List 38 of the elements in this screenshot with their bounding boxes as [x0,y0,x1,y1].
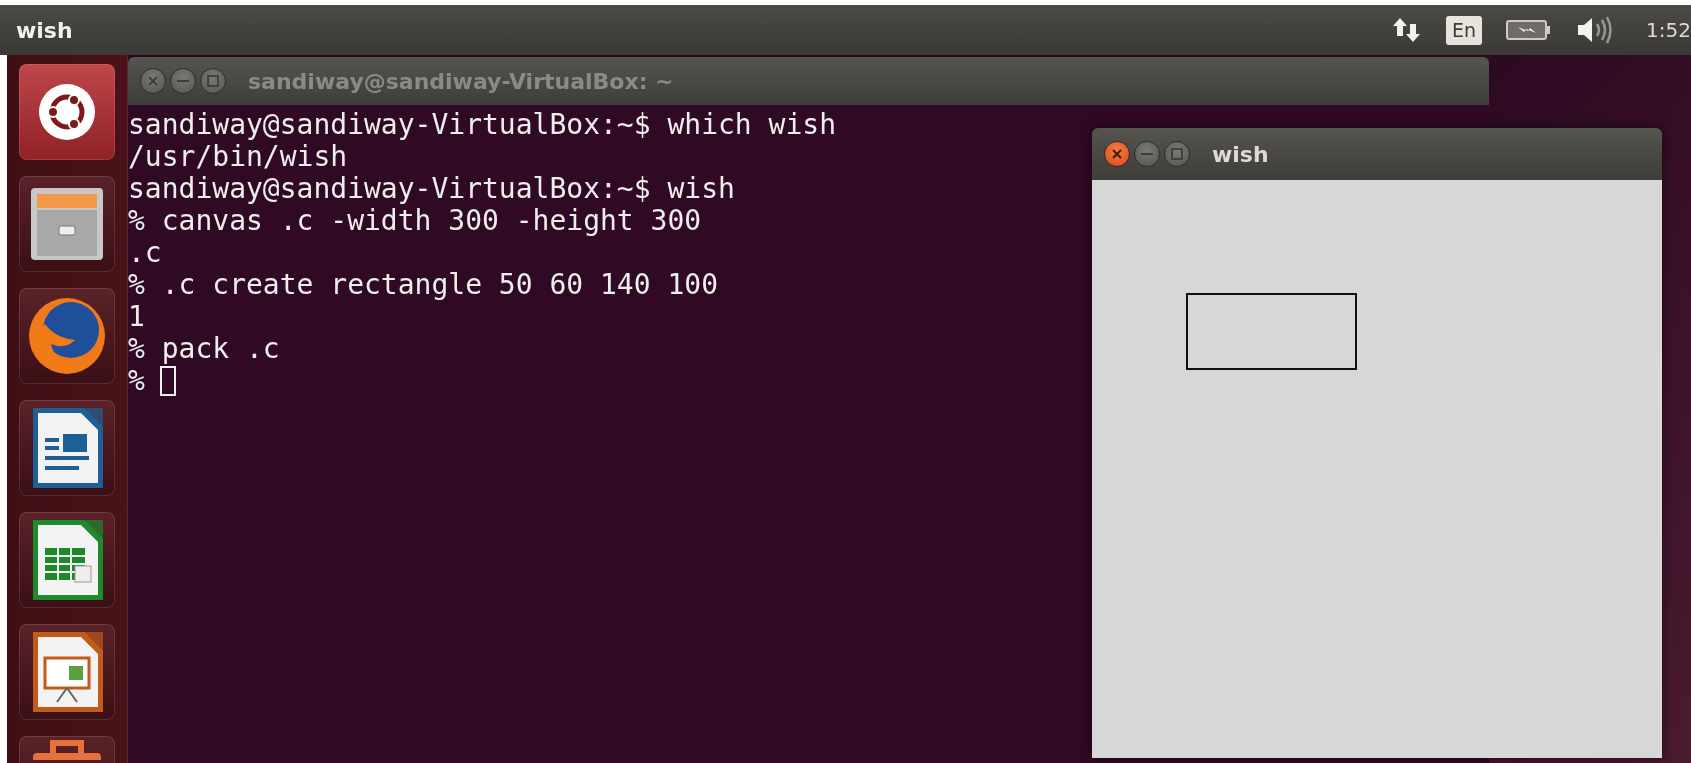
terminal-line: .c [128,237,162,269]
window-title: sandiway@sandiway-VirtualBox: ~ [248,68,674,94]
terminal-line: % pack .c [128,333,280,365]
launcher-item[interactable] [19,64,115,160]
app-title: wish [16,17,74,43]
ubuntu-logo-icon [37,82,97,142]
close-button[interactable] [1104,141,1130,167]
minimize-icon [177,79,189,83]
maximize-icon [1171,148,1183,160]
network-arrows-icon[interactable] [1392,16,1423,44]
text-cursor [159,366,176,396]
maximize-button[interactable] [1164,141,1190,167]
maximize-icon [207,75,219,87]
keyboard-layout-indicator[interactable]: En [1446,15,1483,45]
minimize-icon [1141,152,1153,156]
maximize-button[interactable] [200,68,226,94]
minimize-button[interactable] [170,68,196,94]
terminal-line: % canvas .c -width 300 -height 300 [128,205,702,237]
clock[interactable]: 1:52 [1646,18,1691,42]
terminal-line: % .c create rectangle 50 60 140 100 [128,269,718,301]
toolbox-icon [30,740,104,760]
terminal-line: sandiway@sandiway-VirtualBox:~$ which wish [128,109,836,141]
close-icon [147,75,159,87]
launcher-item[interactable] [19,288,115,384]
launcher-item[interactable] [19,400,115,496]
window-title: wish [1212,141,1269,167]
terminal-prompt: % [128,365,145,397]
terminal-line: /usr/bin/wish [128,141,348,173]
terminal-line: 1 [128,301,145,333]
close-icon [1111,148,1123,160]
launcher-item[interactable] [19,624,115,720]
battery-icon[interactable] [1506,19,1553,41]
terminal-line: sandiway@sandiway-VirtualBox:~$ wish [128,173,735,205]
launcher-item[interactable] [19,512,115,608]
launcher-item[interactable] [19,176,115,272]
speaker-icon[interactable] [1576,15,1615,45]
minimize-button[interactable] [1134,141,1160,167]
close-button[interactable] [140,68,166,94]
